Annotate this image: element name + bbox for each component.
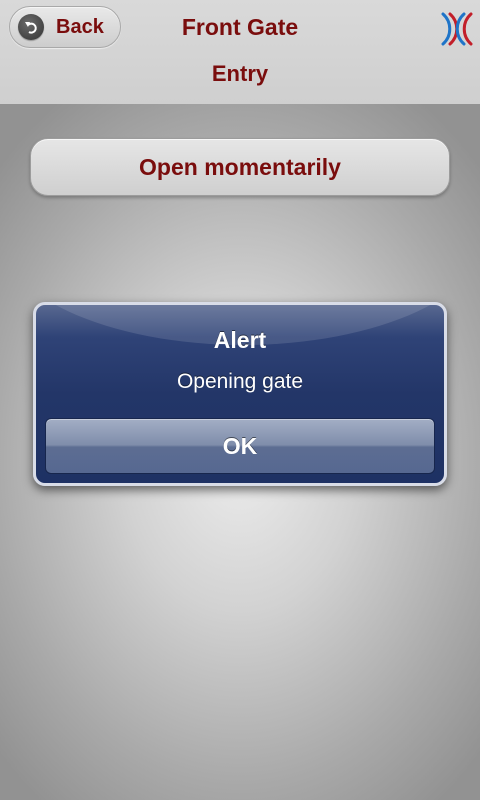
open-momentarily-button[interactable]: Open momentarily	[30, 138, 450, 196]
alert-dialog: Alert Opening gate OK	[33, 302, 447, 486]
alert-message: Opening gate	[176, 370, 304, 393]
alert-title: Alert	[213, 327, 267, 353]
page-subtitle: Entry	[211, 61, 269, 86]
header-bar: Back Front Gate Entry	[0, 0, 480, 104]
app-logo-icon	[440, 10, 474, 48]
back-button-label: Back	[56, 15, 104, 38]
back-arrow-icon	[18, 14, 44, 40]
page-title: Front Gate	[181, 14, 299, 40]
back-button[interactable]: Back	[9, 6, 121, 48]
ok-button[interactable]: OK	[45, 418, 435, 474]
